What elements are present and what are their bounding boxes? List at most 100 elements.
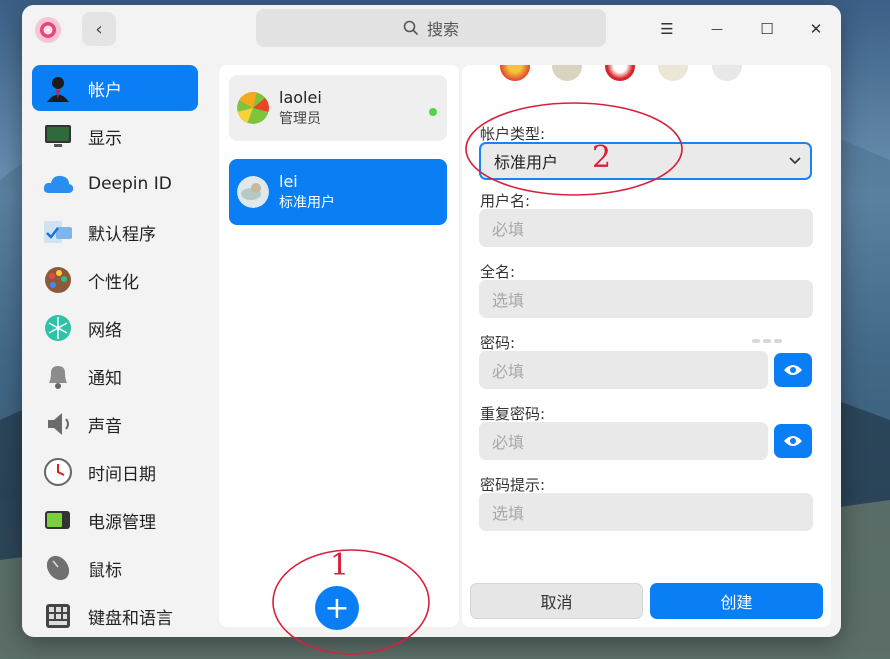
avatar-picker-row <box>462 65 831 85</box>
speaker-icon <box>42 408 74 440</box>
create-button[interactable]: 创建 <box>650 583 823 619</box>
sidebar-item-label: 显示 <box>88 128 122 149</box>
sidebar-item-display[interactable]: 显示 <box>32 113 198 159</box>
sidebar-item-default-apps[interactable]: 默认程序 <box>32 209 198 255</box>
sidebar-item-label: 个性化 <box>88 272 139 293</box>
search-placeholder: 搜索 <box>426 20 459 39</box>
sidebar-item-accounts[interactable]: 帐户 <box>32 65 198 111</box>
toggle-repeat-password-visibility-button[interactable] <box>774 424 812 458</box>
sidebar-item-mouse[interactable]: 鼠标 <box>32 545 198 591</box>
eye-icon <box>784 436 802 446</box>
toggle-password-visibility-button[interactable] <box>774 353 812 387</box>
avatar-option[interactable] <box>658 65 688 81</box>
fullname-field[interactable]: 选填 <box>479 280 813 318</box>
sidebar-item-notifications[interactable]: 通知 <box>32 353 198 399</box>
sidebar-item-deepin-id[interactable]: Deepin ID <box>32 161 198 207</box>
display-icon <box>42 120 74 152</box>
user-list-panel: laolei 管理员 lei 标准用户 + <box>219 65 459 630</box>
avatar-option[interactable] <box>552 65 582 81</box>
titlebar: ‹ 搜索 ☰ — ☐ ✕ <box>22 5 841 55</box>
sidebar-item-label: 网络 <box>88 320 122 341</box>
close-button[interactable]: ✕ <box>804 17 828 41</box>
sidebar-item-label: 通知 <box>88 368 122 389</box>
sidebar-item-sound[interactable]: 声音 <box>32 401 198 447</box>
clock-icon <box>42 456 74 488</box>
new-account-form: 帐户类型: 标准用户 用户名: 必填 全名: 选填 密码: 必填 重复密码: 必… <box>462 65 831 627</box>
sidebar-nav: 帐户 显示 Deepin ID 默认程序 个性化 网络 通知 声音 时间日期 电… <box>22 59 208 637</box>
annotation-marker-1: 1 <box>330 548 350 583</box>
search-input[interactable]: 搜索 <box>256 9 606 47</box>
sidebar-item-personalization[interactable]: 个性化 <box>32 257 198 303</box>
eye-icon <box>784 365 802 375</box>
back-button[interactable]: ‹ <box>82 12 116 46</box>
password-hint-placeholder: 选填 <box>492 504 525 523</box>
repeat-password-field[interactable]: 必填 <box>479 422 768 460</box>
cancel-button[interactable]: 取消 <box>470 583 643 619</box>
sidebar-item-label: 声音 <box>88 416 122 437</box>
search-icon <box>403 20 419 36</box>
sidebar-item-label: 电源管理 <box>88 512 156 533</box>
user-role: 管理员 <box>279 111 321 127</box>
sidebar-item-label: Deepin ID <box>88 174 172 194</box>
sidebar-item-power[interactable]: 电源管理 <box>32 497 198 543</box>
chevron-left-icon: ‹ <box>95 18 103 40</box>
close-icon: ✕ <box>809 20 823 38</box>
default-apps-icon <box>42 216 74 248</box>
annotation-marker-2: 2 <box>592 140 612 175</box>
keyboard-icon <box>42 600 74 632</box>
palette-icon <box>42 264 74 296</box>
settings-window: ‹ 搜索 ☰ — ☐ ✕ 帐户 显示 Deepin ID 默认程序 个性化 网络… <box>22 5 841 637</box>
maximize-button[interactable]: ☐ <box>755 17 779 41</box>
sidebar-item-label: 鼠标 <box>88 560 122 581</box>
password-hint-field[interactable]: 选填 <box>479 493 813 531</box>
password-placeholder: 必填 <box>492 362 525 381</box>
sidebar-item-label: 默认程序 <box>88 224 156 245</box>
avatar-option[interactable] <box>500 65 530 81</box>
repeat-password-placeholder: 必填 <box>492 433 525 452</box>
user-name: laolei <box>279 88 322 107</box>
avatar <box>237 176 269 208</box>
password-strength-indicator <box>752 339 782 343</box>
avatar <box>237 92 269 124</box>
sidebar-item-network[interactable]: 网络 <box>32 305 198 351</box>
avatar-option[interactable] <box>712 65 742 81</box>
minimize-button[interactable]: — <box>705 17 729 41</box>
account-type-label: 帐户类型: <box>480 125 546 143</box>
account-type-select[interactable]: 标准用户 <box>479 142 812 180</box>
avatar-option[interactable] <box>605 65 635 81</box>
user-account-icon <box>42 72 74 104</box>
sidebar-item-label: 键盘和语言 <box>88 608 173 629</box>
cloud-icon <box>42 168 74 200</box>
chevron-down-icon <box>789 157 801 165</box>
settings-app-icon <box>35 17 61 43</box>
add-user-button[interactable]: + <box>315 586 359 630</box>
user-card-laolei[interactable]: laolei 管理员 <box>229 75 447 141</box>
maximize-icon: ☐ <box>760 20 774 38</box>
fullname-label: 全名: <box>480 263 516 281</box>
username-placeholder: 必填 <box>492 220 525 239</box>
username-field[interactable]: 必填 <box>479 209 813 247</box>
bell-icon <box>42 360 74 392</box>
password-hint-label: 密码提示: <box>480 476 546 494</box>
battery-icon <box>42 504 74 536</box>
user-name: lei <box>279 172 298 191</box>
plus-icon: + <box>324 590 350 626</box>
repeat-password-label: 重复密码: <box>480 405 546 423</box>
password-label: 密码: <box>480 334 516 352</box>
fullname-placeholder: 选填 <box>492 291 525 310</box>
minimize-icon: — <box>711 22 723 36</box>
username-label: 用户名: <box>480 192 531 210</box>
menu-icon: ☰ <box>660 20 674 38</box>
online-status-dot <box>429 108 437 116</box>
user-role: 标准用户 <box>279 195 335 211</box>
mouse-icon <box>42 552 74 584</box>
password-field[interactable]: 必填 <box>479 351 768 389</box>
sidebar-item-keyboard[interactable]: 键盘和语言 <box>32 593 198 637</box>
network-icon <box>42 312 74 344</box>
account-type-value: 标准用户 <box>494 153 559 172</box>
sidebar-item-datetime[interactable]: 时间日期 <box>32 449 198 495</box>
user-card-lei[interactable]: lei 标准用户 <box>229 159 447 225</box>
menu-button[interactable]: ☰ <box>655 17 679 41</box>
sidebar-item-label: 帐户 <box>88 80 122 101</box>
sidebar-item-label: 时间日期 <box>88 464 156 485</box>
